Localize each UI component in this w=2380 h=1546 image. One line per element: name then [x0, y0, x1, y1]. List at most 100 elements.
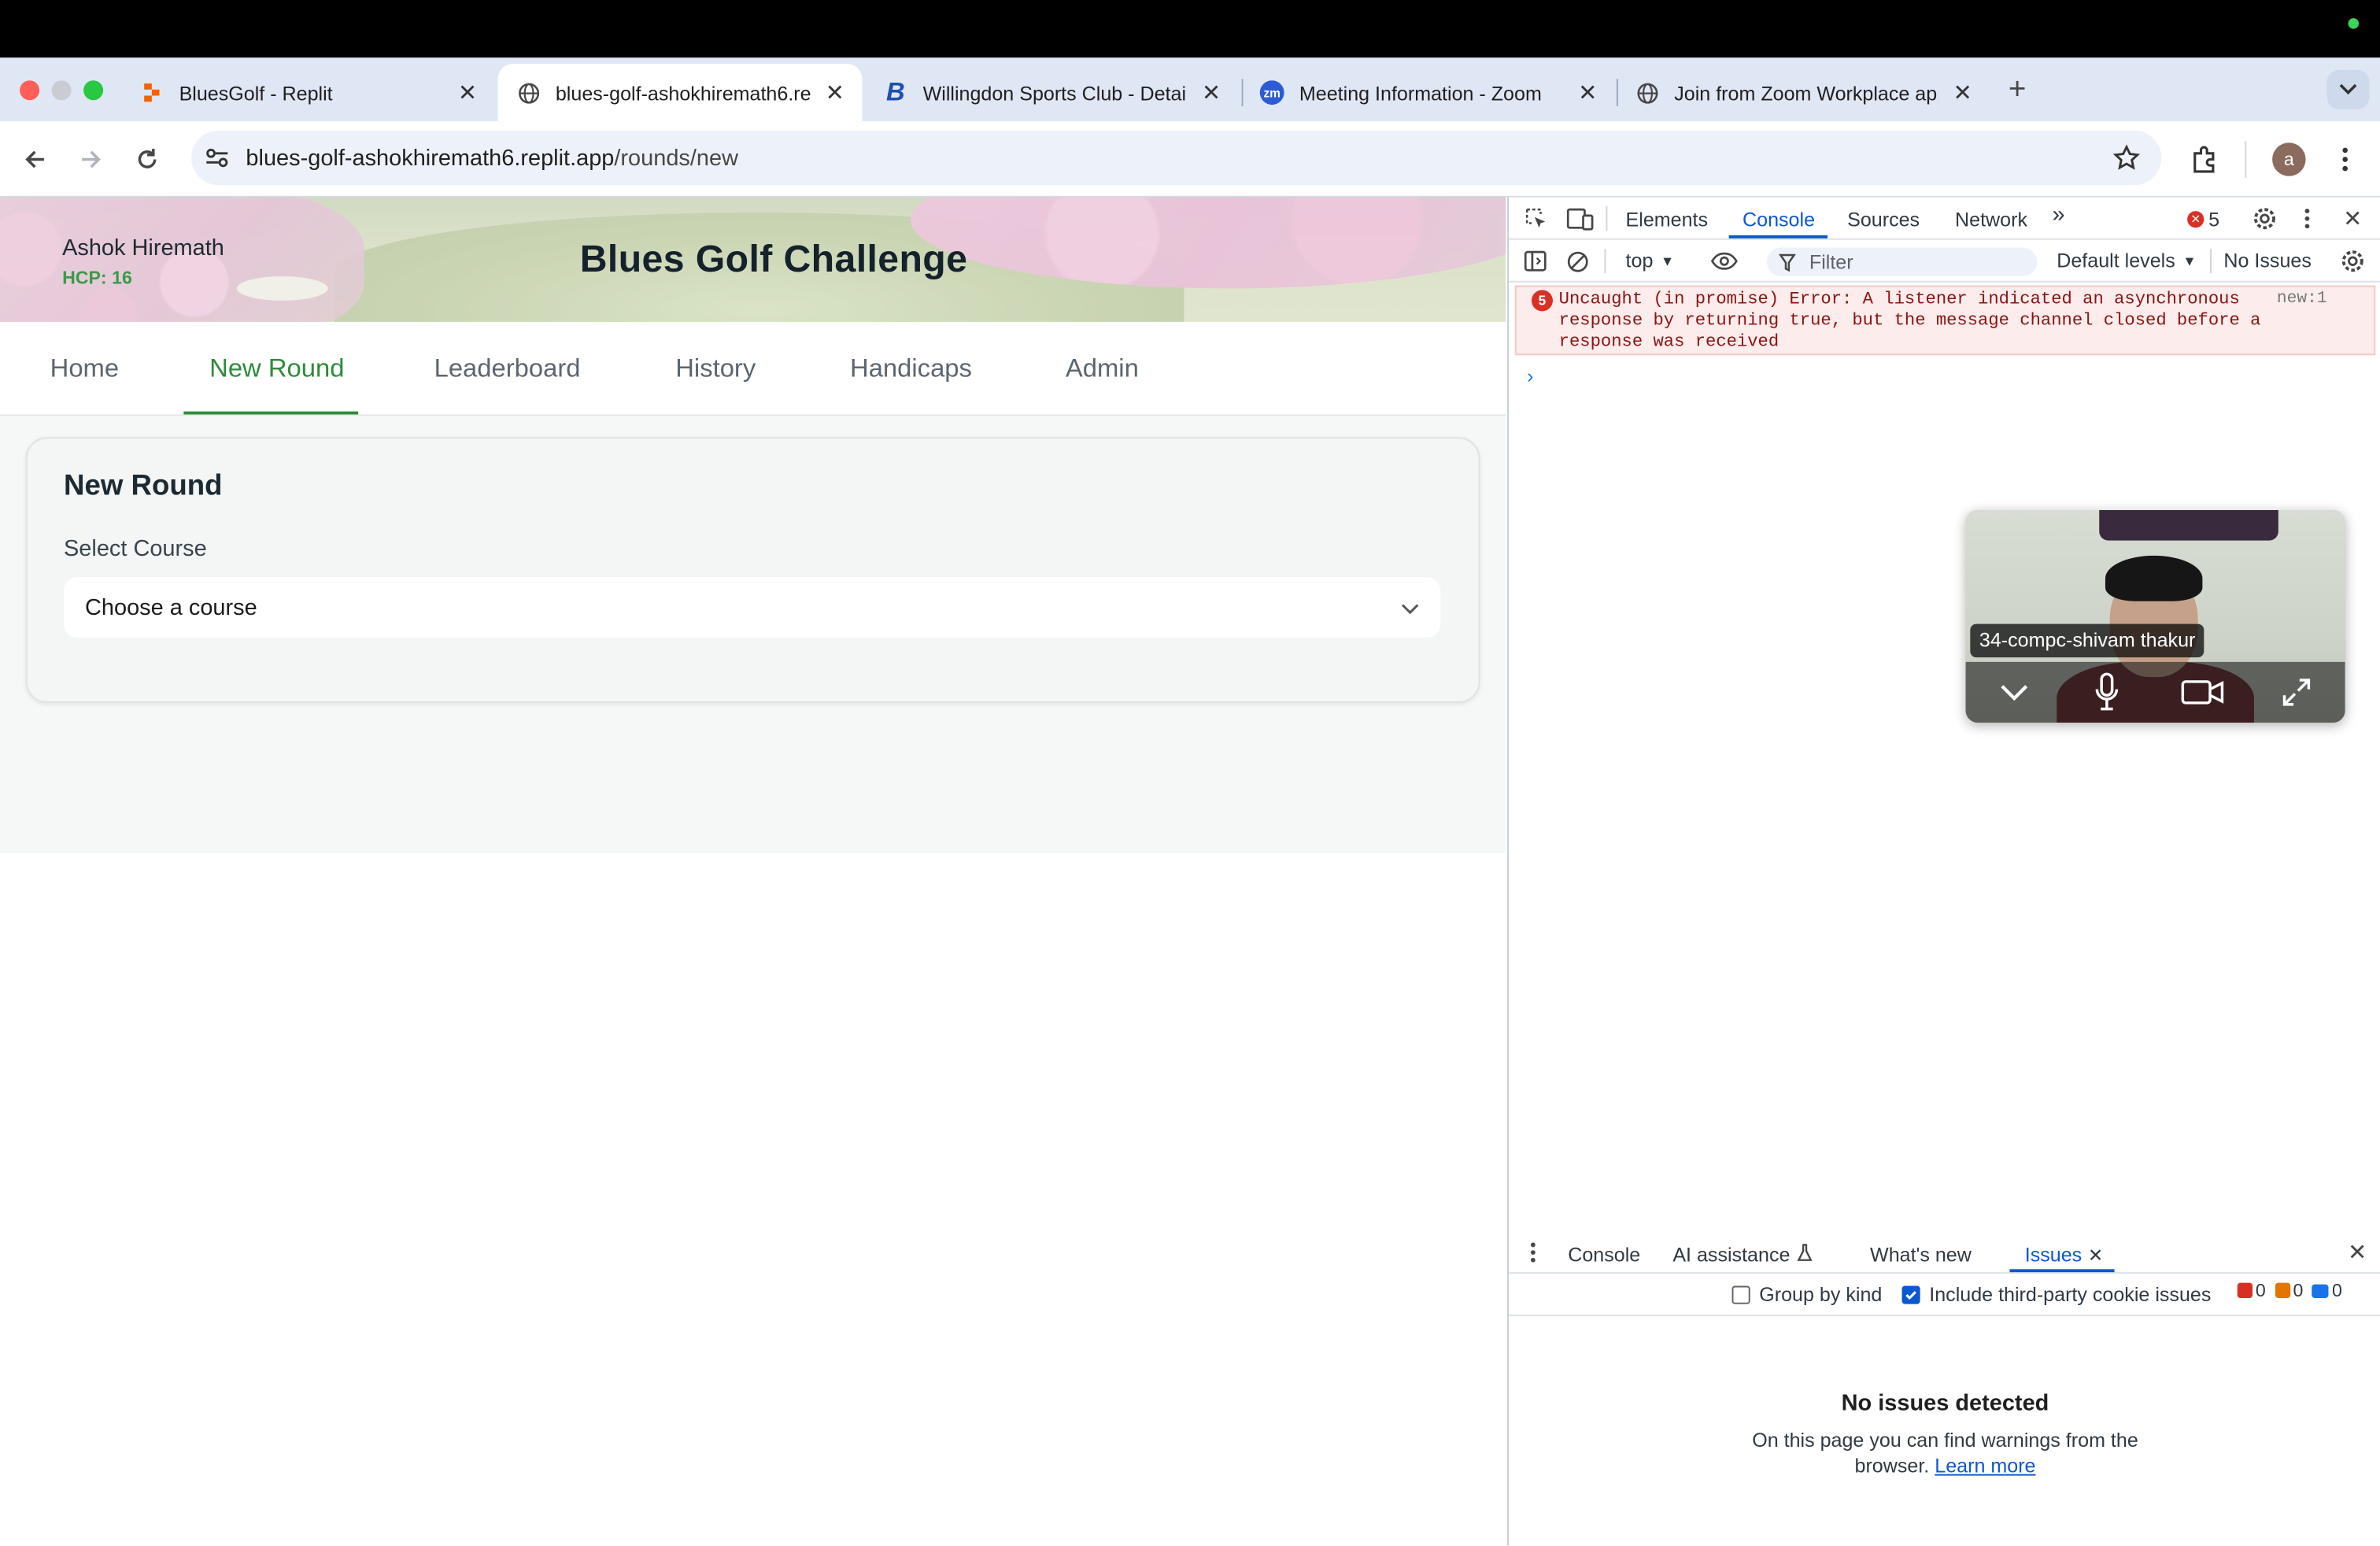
browser-menu-kebab-icon[interactable] [2331, 142, 2359, 176]
participant-name-label: 34-compc-shivam thakur [1970, 623, 2204, 658]
devtools-divider [1606, 206, 1608, 231]
profile-avatar[interactable]: a [2272, 142, 2306, 176]
browser-tab-replit[interactable]: BluesGolf - Replit ✕ [121, 64, 494, 121]
browser-tab-bluesgolf[interactable]: blues-golf-ashokhiremath6.replit.app ✕ [497, 64, 863, 122]
log-levels-dropdown[interactable]: Default levels ▼ [2057, 249, 2196, 272]
devtools-settings-gear-icon[interactable] [2249, 203, 2280, 234]
error-x-icon: ✕ [2187, 211, 2204, 228]
flask-icon [1798, 1244, 1813, 1267]
tab-title: Join from Zoom Workplace app [1674, 81, 1938, 105]
video-participant-hair [2105, 555, 2203, 601]
devtools-divider [2210, 249, 2212, 274]
close-tab-icon[interactable]: ✕ [1950, 79, 1975, 106]
include-third-party-checkbox[interactable] [1901, 1285, 1920, 1304]
minimize-window-button[interactable] [51, 80, 72, 101]
drawer-tab-console[interactable]: Console [1568, 1244, 1640, 1267]
console-error-source[interactable]: new:1 [2277, 290, 2327, 308]
group-by-kind-checkbox[interactable] [1731, 1285, 1750, 1304]
bookmark-star-icon[interactable] [2112, 144, 2141, 172]
browser-tab-zoom-meeting[interactable]: zm Meeting Information - Zoom ✕ [1242, 64, 1615, 121]
learn-more-link[interactable]: Learn more [1935, 1455, 2035, 1478]
nav-home[interactable]: Home [50, 353, 119, 384]
new-tab-icon[interactable]: + [2001, 72, 2034, 106]
close-tab-icon[interactable]: ✕ [2088, 1244, 2103, 1265]
close-devtools-icon[interactable]: ✕ [2338, 203, 2368, 234]
devtools-menu-kebab-icon[interactable] [2295, 203, 2319, 234]
error-issues-count: 0 [2237, 1280, 2266, 1301]
nav-history[interactable]: History [675, 353, 756, 384]
issues-count[interactable]: No Issues [2223, 249, 2311, 272]
browser-tab-zoom-join[interactable]: Join from Zoom Workplace app ✕ [1617, 64, 1990, 121]
drawer-menu-kebab-icon[interactable] [1521, 1239, 1545, 1267]
warning-square-icon [2275, 1282, 2290, 1298]
user-handicap: HCP: 16 [62, 267, 132, 289]
course-select[interactable]: Choose a course [64, 576, 1441, 638]
course-select-value: Choose a course [85, 594, 257, 620]
devtools-tab-console[interactable]: Console [1743, 208, 1815, 231]
reload-icon[interactable] [131, 142, 164, 176]
close-tab-icon[interactable]: ✕ [822, 79, 847, 106]
devtools-divider [1604, 249, 1606, 274]
fullscreen-expand-icon[interactable] [2278, 674, 2315, 710]
error-counter[interactable]: ✕ 5 [2187, 208, 2219, 231]
url-host: blues-golf-ashokhiremath6.replit.app [246, 145, 615, 171]
filter-funnel-icon [1778, 252, 1797, 279]
error-repeat-badge: 5 [1531, 290, 1553, 312]
error-square-icon [2237, 1282, 2253, 1298]
devtools-tab-sources[interactable]: Sources [1847, 208, 1920, 231]
include-third-party-label: Include third-party cookie issues [1929, 1282, 2212, 1306]
extensions-puzzle-icon[interactable] [2187, 141, 2223, 177]
show-sidebar-icon[interactable] [1520, 246, 1550, 276]
no-issues-title: No issues detected [1841, 1390, 2049, 1417]
forward-arrow-icon[interactable] [75, 142, 108, 176]
close-window-button[interactable] [20, 80, 40, 101]
devtools-active-underline [1728, 235, 1828, 239]
browser-tab-willingdon[interactable]: B Willingdon Sports Club - Details ✕ [865, 64, 1238, 121]
back-arrow-icon[interactable] [18, 142, 51, 176]
close-tab-icon[interactable]: ✕ [1199, 79, 1224, 106]
info-issues-count: 0 [2312, 1280, 2342, 1301]
camera-indicator-icon [2348, 18, 2360, 29]
console-prompt-chevron-icon[interactable]: › [1527, 364, 1533, 387]
collapse-chevron-down-icon[interactable] [1996, 674, 2032, 710]
inspect-element-icon[interactable] [1521, 203, 1551, 234]
close-drawer-icon[interactable]: ✕ [2344, 1239, 2371, 1267]
tab-title: Willingdon Sports Club - Details [922, 81, 1188, 105]
drawer-tab-whats-new[interactable]: What's new [1870, 1244, 1972, 1267]
drawer-tab-ai-assistance[interactable]: AI assistance [1672, 1243, 1813, 1267]
context-value: top [1625, 249, 1654, 272]
group-by-kind-label: Group by kind [1759, 1282, 1883, 1306]
tab-search-chevron-down-icon[interactable] [2326, 69, 2370, 109]
device-toolbar-icon[interactable] [1565, 203, 1595, 234]
nav-handicaps[interactable]: Handicaps [850, 353, 972, 384]
address-bar[interactable]: blues-golf-ashokhiremath6.replit.app/rou… [191, 130, 2162, 186]
console-settings-gear-icon[interactable] [2338, 246, 2368, 276]
nav-admin[interactable]: Admin [1066, 353, 1139, 384]
error-count: 5 [2208, 208, 2220, 231]
close-tab-icon[interactable]: ✕ [456, 79, 480, 106]
console-filter-input[interactable]: Filter [1766, 247, 2038, 279]
issue-counters[interactable]: 0 0 0 [2237, 1279, 2342, 1301]
warning-issues-value: 0 [2293, 1279, 2304, 1301]
maximize-window-button[interactable] [83, 80, 104, 101]
zoom-video-window[interactable]: 34-compc-shivam thakur [1965, 510, 2345, 723]
live-expression-eye-icon[interactable] [1708, 246, 1741, 276]
more-tabs-chevrons-icon[interactable]: » [2052, 202, 2064, 228]
nav-new-round[interactable]: New Round [209, 353, 344, 384]
devtools-tab-network[interactable]: Network [1955, 208, 2027, 231]
drawer-tab-issues[interactable]: Issues ✕ [2025, 1244, 2104, 1267]
context-selector[interactable]: top ▼ [1626, 249, 1675, 272]
console-error-message: Uncaught (in promise) Error: A listener … [1558, 290, 2261, 352]
devtools-tab-elements[interactable]: Elements [1626, 208, 1709, 231]
close-tab-icon[interactable]: ✕ [1576, 79, 1600, 106]
clear-console-icon[interactable] [1562, 246, 1593, 276]
dropdown-arrow-icon: ▼ [1661, 253, 1675, 268]
app-title: Blues Golf Challenge [579, 238, 968, 281]
drawer-tab-label: AI assistance [1672, 1243, 1791, 1267]
video-camera-icon[interactable] [2179, 674, 2225, 710]
site-settings-icon[interactable] [203, 144, 231, 172]
nav-leaderboard[interactable]: Leaderboard [434, 353, 581, 384]
chevron-down-icon [1401, 595, 1419, 621]
microphone-icon[interactable] [2089, 670, 2125, 716]
globe-icon [516, 80, 541, 105]
